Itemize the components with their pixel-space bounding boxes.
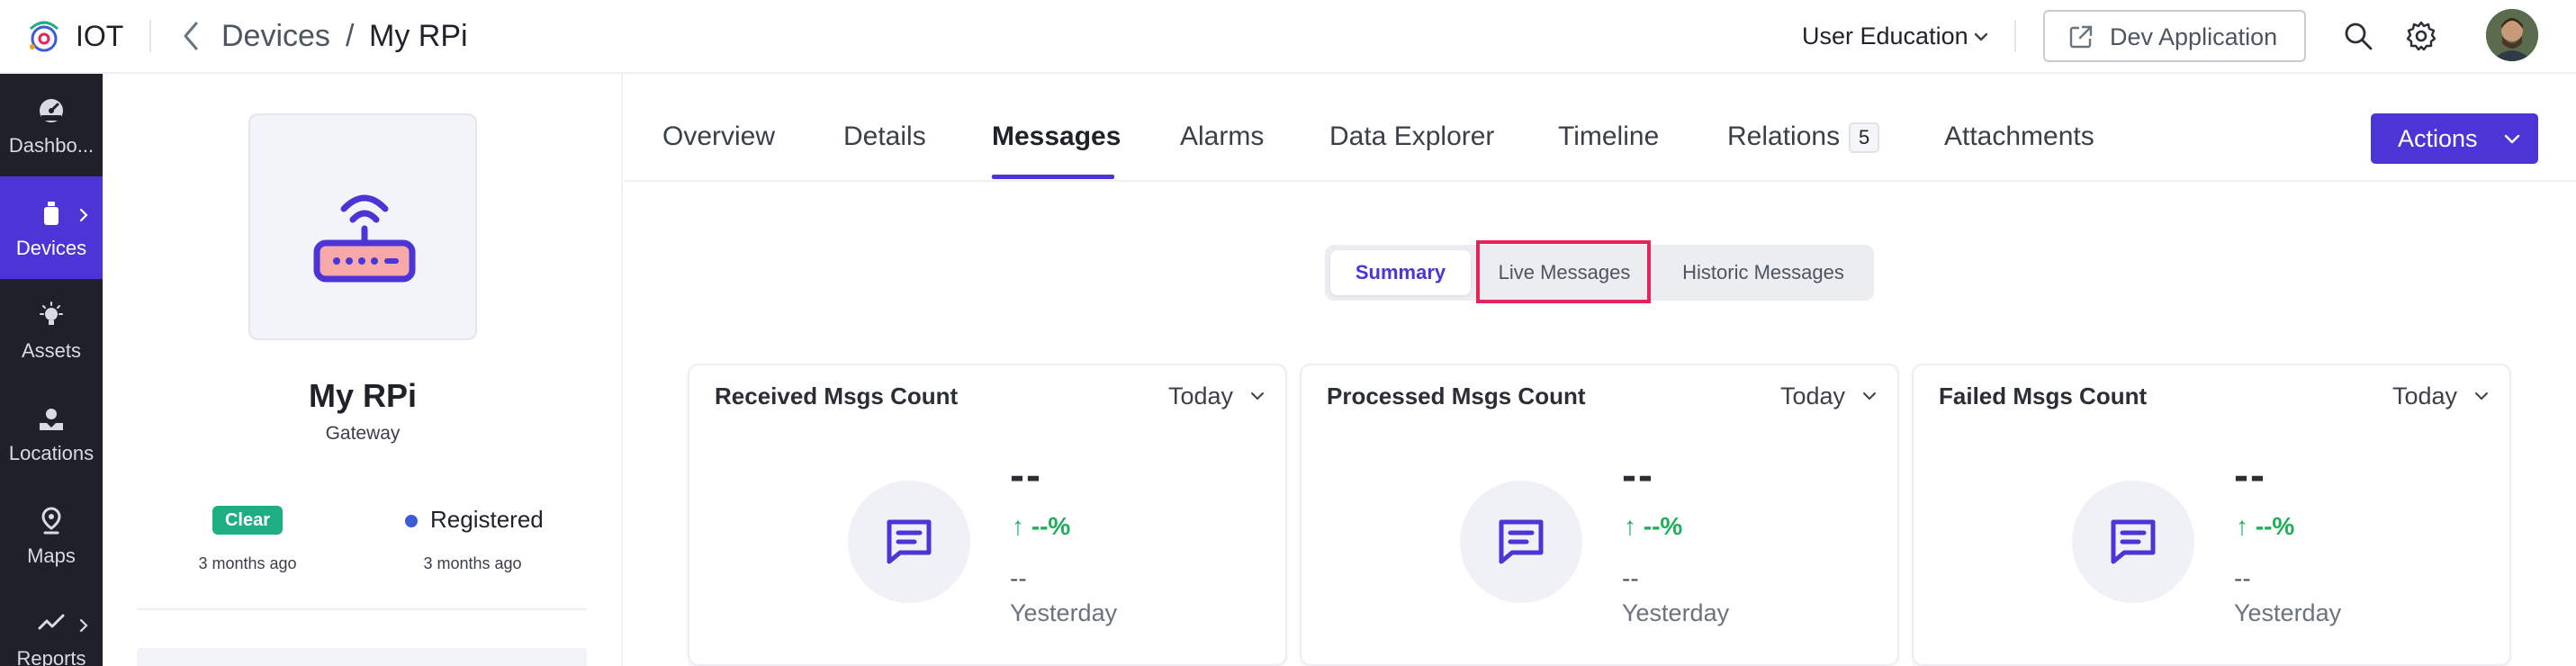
breadcrumb-current: My RPi <box>369 19 468 53</box>
period-selector[interactable]: Today <box>1168 380 1233 412</box>
chevron-down-icon <box>2504 134 2520 144</box>
device-name: My RPi <box>308 377 418 414</box>
highlight-box <box>1476 240 1651 303</box>
chevron-down-icon[interactable] <box>1249 389 1265 403</box>
chevron-down-icon[interactable] <box>1861 389 1878 403</box>
card-previous-value: -- <box>1622 564 1639 592</box>
sidebar-item-dashboard[interactable]: Dashbo... <box>0 74 103 176</box>
message-icon-circle <box>1460 481 1582 603</box>
actions-button[interactable]: Actions <box>2371 113 2538 164</box>
device-icon <box>44 202 59 225</box>
tab-alarms[interactable]: Alarms <box>1180 121 1264 153</box>
message-icon <box>887 519 932 564</box>
card-value: -- <box>1622 452 1654 500</box>
device-type: Gateway <box>325 423 401 444</box>
card-trend: ↑ --% <box>2236 512 2295 540</box>
top-bar: IOT Devices / My RPi User Education Dev … <box>0 0 2576 74</box>
actions-label: Actions <box>2398 125 2478 152</box>
tab-details[interactable]: Details <box>843 121 926 153</box>
avatar[interactable] <box>2486 9 2538 61</box>
historic-messages-button[interactable]: Historic Messages <box>1658 250 1869 295</box>
active-tab-indicator <box>992 175 1114 179</box>
back-chevron-icon[interactable] <box>176 18 205 54</box>
message-icon <box>1499 519 1544 564</box>
sidebar-item-label: Reports <box>16 647 86 666</box>
router-icon <box>313 194 416 283</box>
card-previous-label: Yesterday <box>1010 599 1118 626</box>
period-selector[interactable]: Today <box>1780 380 1845 412</box>
card-title: Processed Msgs Count <box>1327 382 1586 410</box>
sidebar-item-label: Devices <box>15 237 87 259</box>
chevron-right-icon <box>79 618 88 633</box>
card-previous-value: -- <box>2234 564 2251 592</box>
message-icon-circle <box>2072 481 2194 603</box>
summary-view-button[interactable]: Summary <box>1330 250 1471 295</box>
card-previous-label: Yesterday <box>1622 599 1730 626</box>
relations-count-badge: 5 <box>1849 122 1880 154</box>
breadcrumb-devices-link[interactable]: Devices <box>221 16 330 56</box>
registration-time: 3 months ago <box>423 554 522 572</box>
tab-overview[interactable]: Overview <box>662 121 775 153</box>
breadcrumb-separator: / <box>346 19 355 53</box>
asset-bulb-icon <box>40 302 63 325</box>
period-selector[interactable]: Today <box>2392 380 2457 412</box>
card-value: -- <box>1010 452 1042 500</box>
tab-data-explorer[interactable]: Data Explorer <box>1329 121 1494 153</box>
card-trend: ↑ --% <box>1624 512 1683 540</box>
workspace-selector[interactable]: User Education <box>1802 20 1968 52</box>
device-image <box>248 113 477 340</box>
gear-icon[interactable] <box>2405 20 2437 52</box>
sidebar-item-label: Maps <box>27 544 76 567</box>
divider <box>149 20 151 52</box>
tab-messages[interactable]: Messages <box>992 121 1121 153</box>
sidebar-item-label: Assets <box>21 339 82 362</box>
divider <box>2014 20 2016 52</box>
dev-application-button[interactable]: Dev Application <box>2043 10 2306 62</box>
sidebar: Dashbo... Devices Assets Locations Maps … <box>0 74 103 666</box>
device-summary-panel: My RPi Gateway Clear 3 months ago Regist… <box>103 74 623 666</box>
sidebar-item-label: Locations <box>8 442 95 464</box>
card-previous-label: Yesterday <box>2234 599 2342 626</box>
tab-attachments[interactable]: Attachments <box>1944 121 2094 153</box>
sidebar-item-assets[interactable]: Assets <box>0 279 103 382</box>
card-title: Received Msgs Count <box>715 382 959 410</box>
chevron-down-icon[interactable] <box>2473 389 2490 403</box>
divider <box>137 608 587 610</box>
processed-msgs-card: Processed Msgs Count Today -- ↑ --% -- Y… <box>1300 364 1899 666</box>
avatar-image <box>2486 9 2538 61</box>
dev-application-label: Dev Application <box>2110 23 2278 50</box>
registered-status-dot <box>405 515 418 527</box>
registration-status: Registered <box>430 506 544 533</box>
reports-icon <box>38 614 65 630</box>
search-icon[interactable] <box>2342 20 2374 52</box>
message-icon-circle <box>848 481 970 603</box>
card-previous-value: -- <box>1010 564 1027 592</box>
external-link-icon <box>2069 25 2093 49</box>
sidebar-item-maps[interactable]: Maps <box>0 484 103 587</box>
tab-relations-label: Relations <box>1727 122 1841 151</box>
card-title: Failed Msgs Count <box>1939 382 2148 410</box>
sidebar-item-devices[interactable]: Devices <box>0 176 103 279</box>
failed-msgs-card: Failed Msgs Count Today -- ↑ --% -- Yest… <box>1912 364 2511 666</box>
device-tabs: Overview Details Messages Alarms Data Ex… <box>625 74 2576 182</box>
chevron-down-icon[interactable] <box>1971 27 1991 47</box>
received-msgs-card: Received Msgs Count Today -- ↑ --% -- Ye… <box>688 364 1287 666</box>
tab-relations[interactable]: Relations 5 <box>1727 121 1880 154</box>
tab-timeline[interactable]: Timeline <box>1558 121 1659 153</box>
card-value: -- <box>2234 452 2266 500</box>
iot-logo-icon[interactable] <box>23 16 65 58</box>
dashboard-icon <box>40 99 63 122</box>
app-name[interactable]: IOT <box>76 18 123 54</box>
alarm-status-badge: Clear <box>212 506 283 535</box>
card-trend: ↑ --% <box>1012 512 1071 540</box>
panel-section-header <box>137 648 587 666</box>
sidebar-item-label: Dashbo... <box>8 134 95 157</box>
alarm-status-time: 3 months ago <box>198 554 297 572</box>
sidebar-item-locations[interactable]: Locations <box>0 382 103 484</box>
map-pin-icon <box>41 507 61 535</box>
sidebar-item-reports[interactable]: Reports <box>0 587 103 666</box>
chevron-right-icon <box>79 208 88 222</box>
message-icon <box>2111 519 2156 564</box>
location-icon <box>40 409 63 430</box>
